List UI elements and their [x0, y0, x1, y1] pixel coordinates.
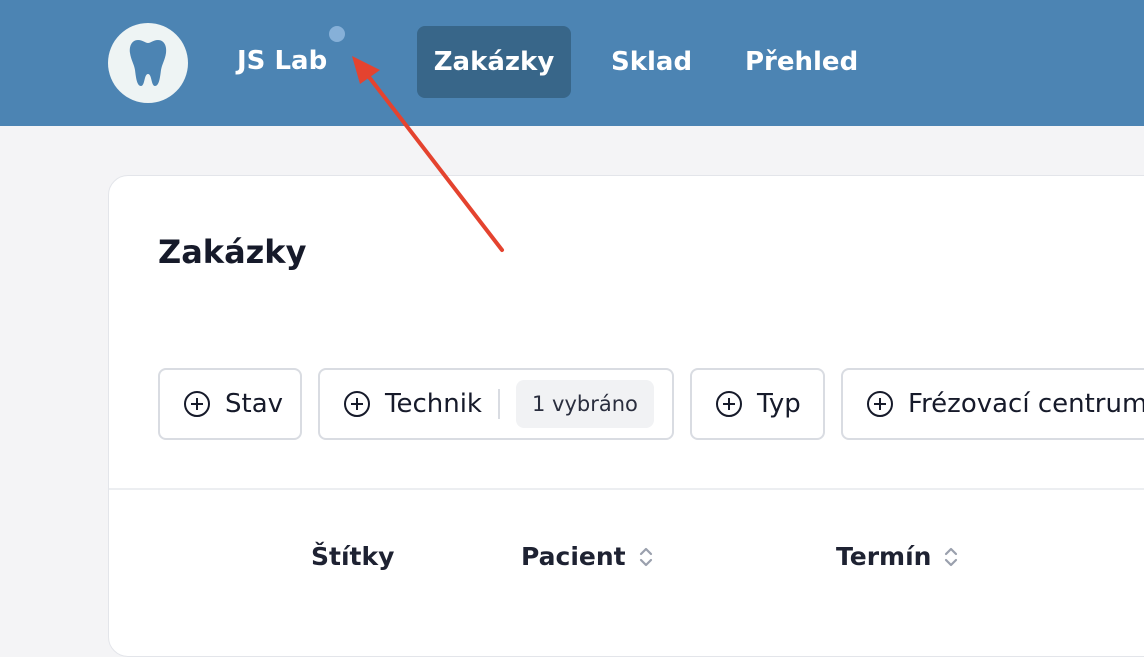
- filter-label: Frézovací centrum: [908, 389, 1144, 419]
- nav-item-sklad[interactable]: Sklad: [611, 26, 692, 98]
- column-header-pacient[interactable]: Pacient: [521, 540, 654, 574]
- plus-circle-icon: [344, 391, 370, 417]
- filter-frezovaci-centrum-button[interactable]: Frézovací centrum: [841, 368, 1144, 440]
- plus-circle-icon: [184, 391, 210, 417]
- column-header-label: Termín: [836, 542, 932, 571]
- selected-count-badge: 1 vybráno: [516, 380, 654, 428]
- nav-item-prehled[interactable]: Přehled: [745, 26, 858, 98]
- filter-label: Typ: [757, 389, 801, 419]
- plus-circle-icon: [716, 391, 742, 417]
- filter-label: Technik: [385, 389, 482, 419]
- section-divider: [109, 488, 1144, 490]
- filter-typ-button[interactable]: Typ: [690, 368, 825, 440]
- filter-stav-button[interactable]: Stav: [158, 368, 302, 440]
- column-header-label: Pacient: [521, 542, 626, 571]
- app-logo[interactable]: [108, 23, 188, 103]
- status-indicator-dot: [329, 26, 345, 42]
- tooth-icon: [129, 40, 167, 86]
- filter-label: Stav: [225, 389, 284, 419]
- filter-technik-button[interactable]: Technik 1 vybráno: [318, 368, 674, 440]
- column-header-termin[interactable]: Termín: [836, 540, 959, 574]
- column-header-label: Štítky: [311, 542, 395, 571]
- brand-name[interactable]: JS Lab: [237, 44, 327, 78]
- sort-arrows-icon[interactable]: [943, 545, 959, 569]
- plus-circle-icon: [867, 391, 893, 417]
- page-title: Zakázky: [158, 233, 307, 271]
- filter-separator: [498, 389, 500, 419]
- sort-arrows-icon[interactable]: [638, 545, 654, 569]
- column-header-stitky: Štítky: [311, 540, 394, 574]
- nav-item-zakazky[interactable]: Zakázky: [417, 26, 571, 98]
